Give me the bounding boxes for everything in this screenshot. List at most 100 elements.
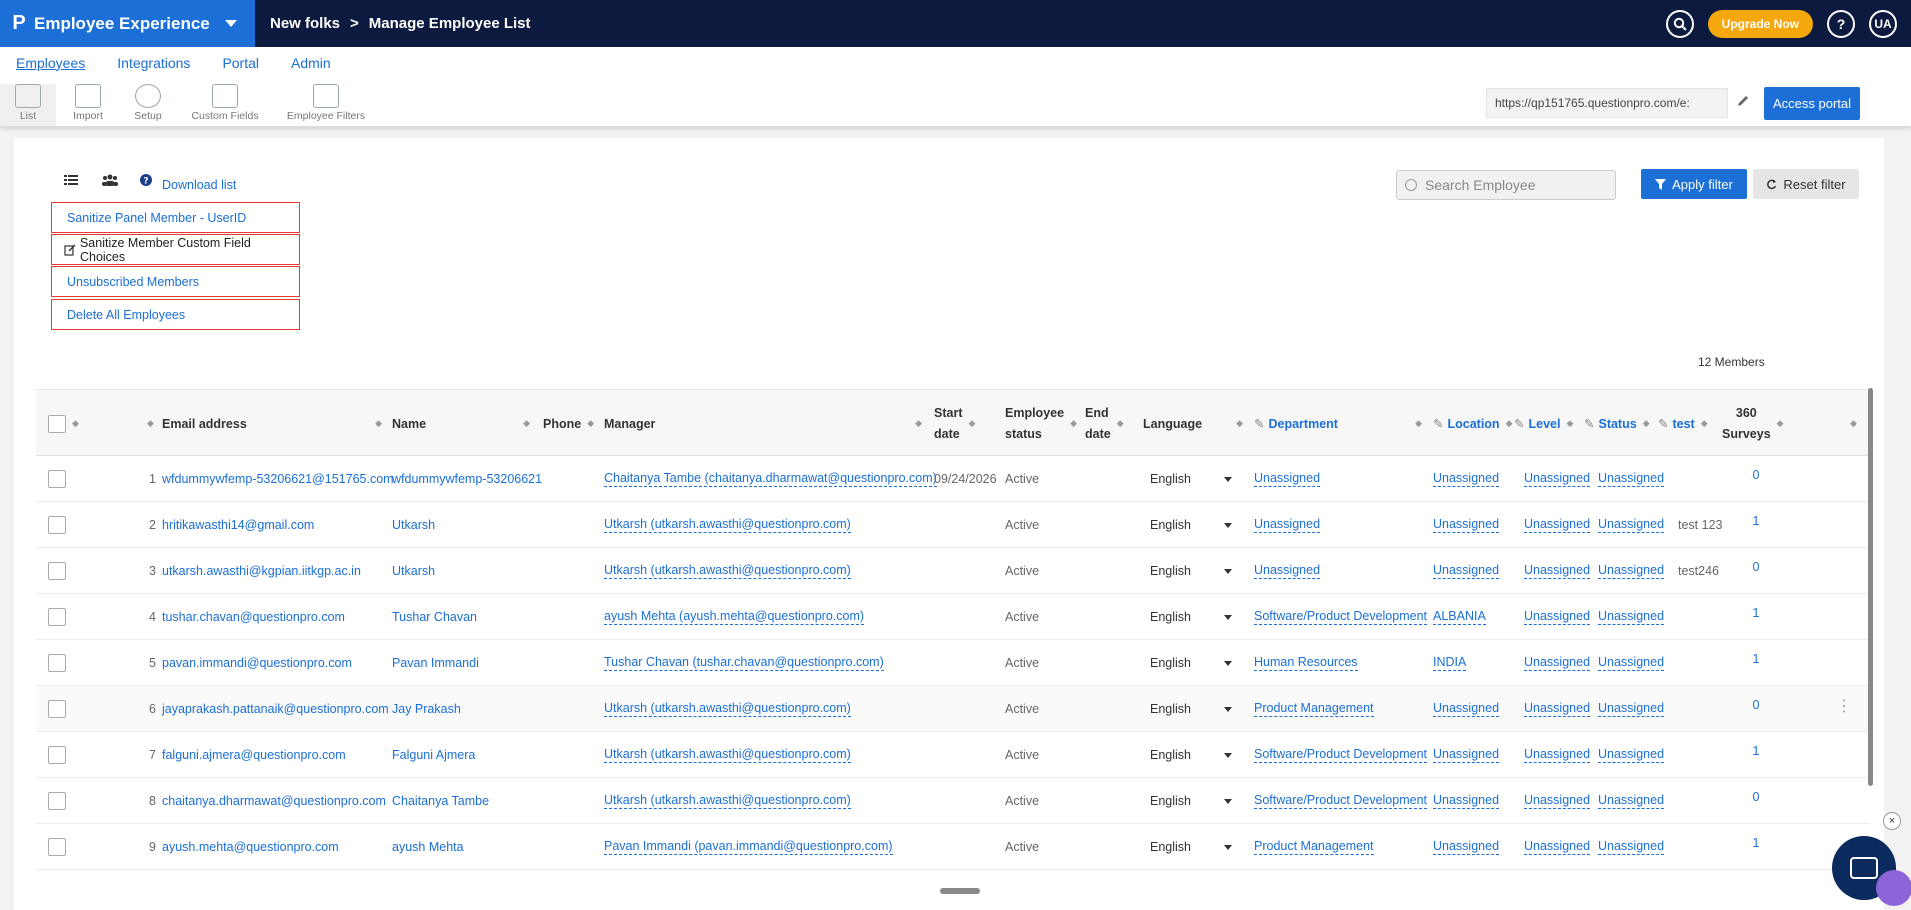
close-icon[interactable]: × [1883,812,1901,830]
download-list-link[interactable]: Download list [162,178,236,192]
language-select[interactable]: English [1150,640,1232,686]
pencil-icon[interactable] [1736,94,1750,108]
users-group-icon[interactable] [102,174,118,186]
email-cell[interactable]: tushar.chavan@questionpro.com [162,594,345,640]
email-cell[interactable]: ayush.mehta@questionpro.com [162,824,339,870]
column-location[interactable]: ✎ Location ◆ [1433,390,1513,457]
manager-cell[interactable]: Chaitanya Tambe (chaitanya.dharmawat@que… [604,456,937,502]
vertical-scrollbar[interactable] [1868,388,1873,786]
upgrade-now-button[interactable]: Upgrade Now [1707,9,1813,38]
search-icon[interactable] [1665,9,1694,38]
location-cell[interactable]: Unassigned [1433,824,1500,870]
manager-cell[interactable]: Utkarsh (utkarsh.awasthi@questionpro.com… [604,778,851,824]
surveys-count-link[interactable]: 1 [1736,640,1776,686]
apply-filter-button[interactable]: Apply filter [1641,169,1747,199]
level-cell[interactable]: Unassigned [1524,824,1591,870]
column-department[interactable]: ✎ Department ◆ [1254,390,1422,457]
index-column-header[interactable]: ◆ [141,390,154,457]
language-select[interactable]: English [1150,548,1232,594]
manager-cell[interactable]: ayush Mehta (ayush.mehta@questionpro.com… [604,594,865,640]
search-input[interactable]: Search Employee [1396,170,1616,200]
level-cell[interactable]: Unassigned [1524,548,1591,594]
row-checkbox[interactable] [48,594,66,640]
column-test[interactable]: ✎ test ◆ [1658,390,1712,457]
column-end-date[interactable]: End date ◆ [1085,390,1135,457]
row-checkbox[interactable] [48,778,66,824]
language-select[interactable]: English [1150,502,1232,548]
level-cell[interactable]: Unassigned [1524,456,1591,502]
location-cell[interactable]: Unassigned [1433,502,1500,548]
email-cell[interactable]: wfdummywfemp-53206621@151765.com [162,456,394,502]
language-select[interactable]: English [1150,732,1232,778]
row-kebab-menu-icon[interactable]: ⋮ [1836,696,1852,716]
language-select[interactable]: English [1150,594,1232,640]
sanitize-custom-field-button[interactable]: Sanitize Member Custom Field Choices [51,234,300,265]
surveys-count-link[interactable]: 0 [1736,456,1776,502]
manager-cell[interactable]: Utkarsh (utkarsh.awasthi@questionpro.com… [604,548,851,594]
department-cell[interactable]: Product Management [1254,686,1374,732]
table-row[interactable]: 6 jayaprakash.pattanaik@questionpro.com Ja… [36,686,1870,732]
manager-cell[interactable]: Utkarsh (utkarsh.awasthi@questionpro.com… [604,732,851,778]
table-row[interactable]: 7 falguni.ajmera@questionpro.com Falguni A… [36,732,1870,778]
location-cell[interactable]: Unassigned [1433,548,1500,594]
column-manager[interactable]: Manager ◆ [604,390,922,457]
product-switcher[interactable]: P Employee Experience [0,0,255,47]
column-status[interactable]: ✎ Status ◆ [1584,390,1650,457]
unsubscribed-members-button[interactable]: Unsubscribed Members [51,266,300,297]
microphone-icon[interactable] [1876,870,1911,906]
column-name[interactable]: Name ◆ [392,390,530,457]
department-cell[interactable]: Human Resources [1254,640,1358,686]
column-employee-status[interactable]: Employee status ◆ [1005,390,1079,457]
department-cell[interactable]: Software/Product Development [1254,778,1428,824]
chevron-down-icon[interactable] [225,20,237,27]
department-cell[interactable]: Software/Product Development [1254,732,1428,778]
level-cell[interactable]: Unassigned [1524,778,1591,824]
surveys-count-link[interactable]: 1 [1736,594,1776,640]
status-cell[interactable]: Unassigned [1598,640,1665,686]
table-row[interactable]: 5 pavan.immandi@questionpro.com Pavan Imma… [36,640,1870,686]
name-cell[interactable]: Utkarsh [392,502,435,548]
name-cell[interactable]: Tushar Chavan [392,594,477,640]
name-cell[interactable]: Utkarsh [392,548,435,594]
status-cell[interactable]: Unassigned [1598,548,1665,594]
row-checkbox[interactable] [48,686,66,732]
level-cell[interactable]: Unassigned [1524,686,1591,732]
table-row[interactable]: 8 chaitanya.dharmawat@questionpro.com Chai… [36,778,1870,824]
help-circle-icon[interactable]: ? [140,174,154,187]
delete-all-employees-button[interactable]: Delete All Employees [51,299,300,330]
level-cell[interactable]: Unassigned [1524,732,1591,778]
row-checkbox[interactable] [48,640,66,686]
row-checkbox[interactable] [48,502,66,548]
column-start-date[interactable]: Start date ◆ [934,390,990,457]
surveys-count-link[interactable]: 0 [1736,548,1776,594]
horizontal-scrollbar[interactable] [940,888,980,894]
name-cell[interactable]: Chaitanya Tambe [392,778,489,824]
tab-portal[interactable]: Portal [222,55,259,73]
tool-custom-fields[interactable]: Custom Fields [186,84,264,122]
surveys-count-link[interactable]: 1 [1736,502,1776,548]
row-checkbox[interactable] [48,548,66,594]
column-level[interactable]: ✎ Level ◆ [1514,390,1576,457]
level-cell[interactable]: Unassigned [1524,640,1591,686]
tool-employee-filters[interactable]: Employee Filters [284,84,368,122]
name-cell[interactable]: Jay Prakash [392,686,461,732]
status-cell[interactable]: Unassigned [1598,594,1665,640]
department-cell[interactable]: Software/Product Development [1254,594,1428,640]
breadcrumb-parent[interactable]: New folks [270,15,340,32]
surveys-count-link[interactable]: 0 [1736,778,1776,824]
location-cell[interactable]: Unassigned [1433,686,1500,732]
location-cell[interactable]: INDIA [1433,640,1467,686]
avatar[interactable]: UA [1869,9,1897,38]
department-cell[interactable]: Unassigned [1254,502,1321,548]
portal-url-field[interactable]: https://qp151765.questionpro.com/e: [1486,88,1728,118]
status-cell[interactable]: Unassigned [1598,732,1665,778]
row-checkbox[interactable] [48,732,66,778]
surveys-count-link[interactable]: 1 [1736,732,1776,778]
manager-cell[interactable]: Tushar Chavan (tushar.chavan@questionpro… [604,640,884,686]
column-phone[interactable]: Phone ◆ [543,390,594,457]
name-cell[interactable]: Pavan Immandi [392,640,479,686]
language-select[interactable]: English [1150,824,1232,870]
column-actions-header[interactable]: ◆ [1844,390,1857,457]
tab-admin[interactable]: Admin [291,55,331,73]
manager-cell[interactable]: Pavan Immandi (pavan.immandi@questionpro… [604,824,893,870]
